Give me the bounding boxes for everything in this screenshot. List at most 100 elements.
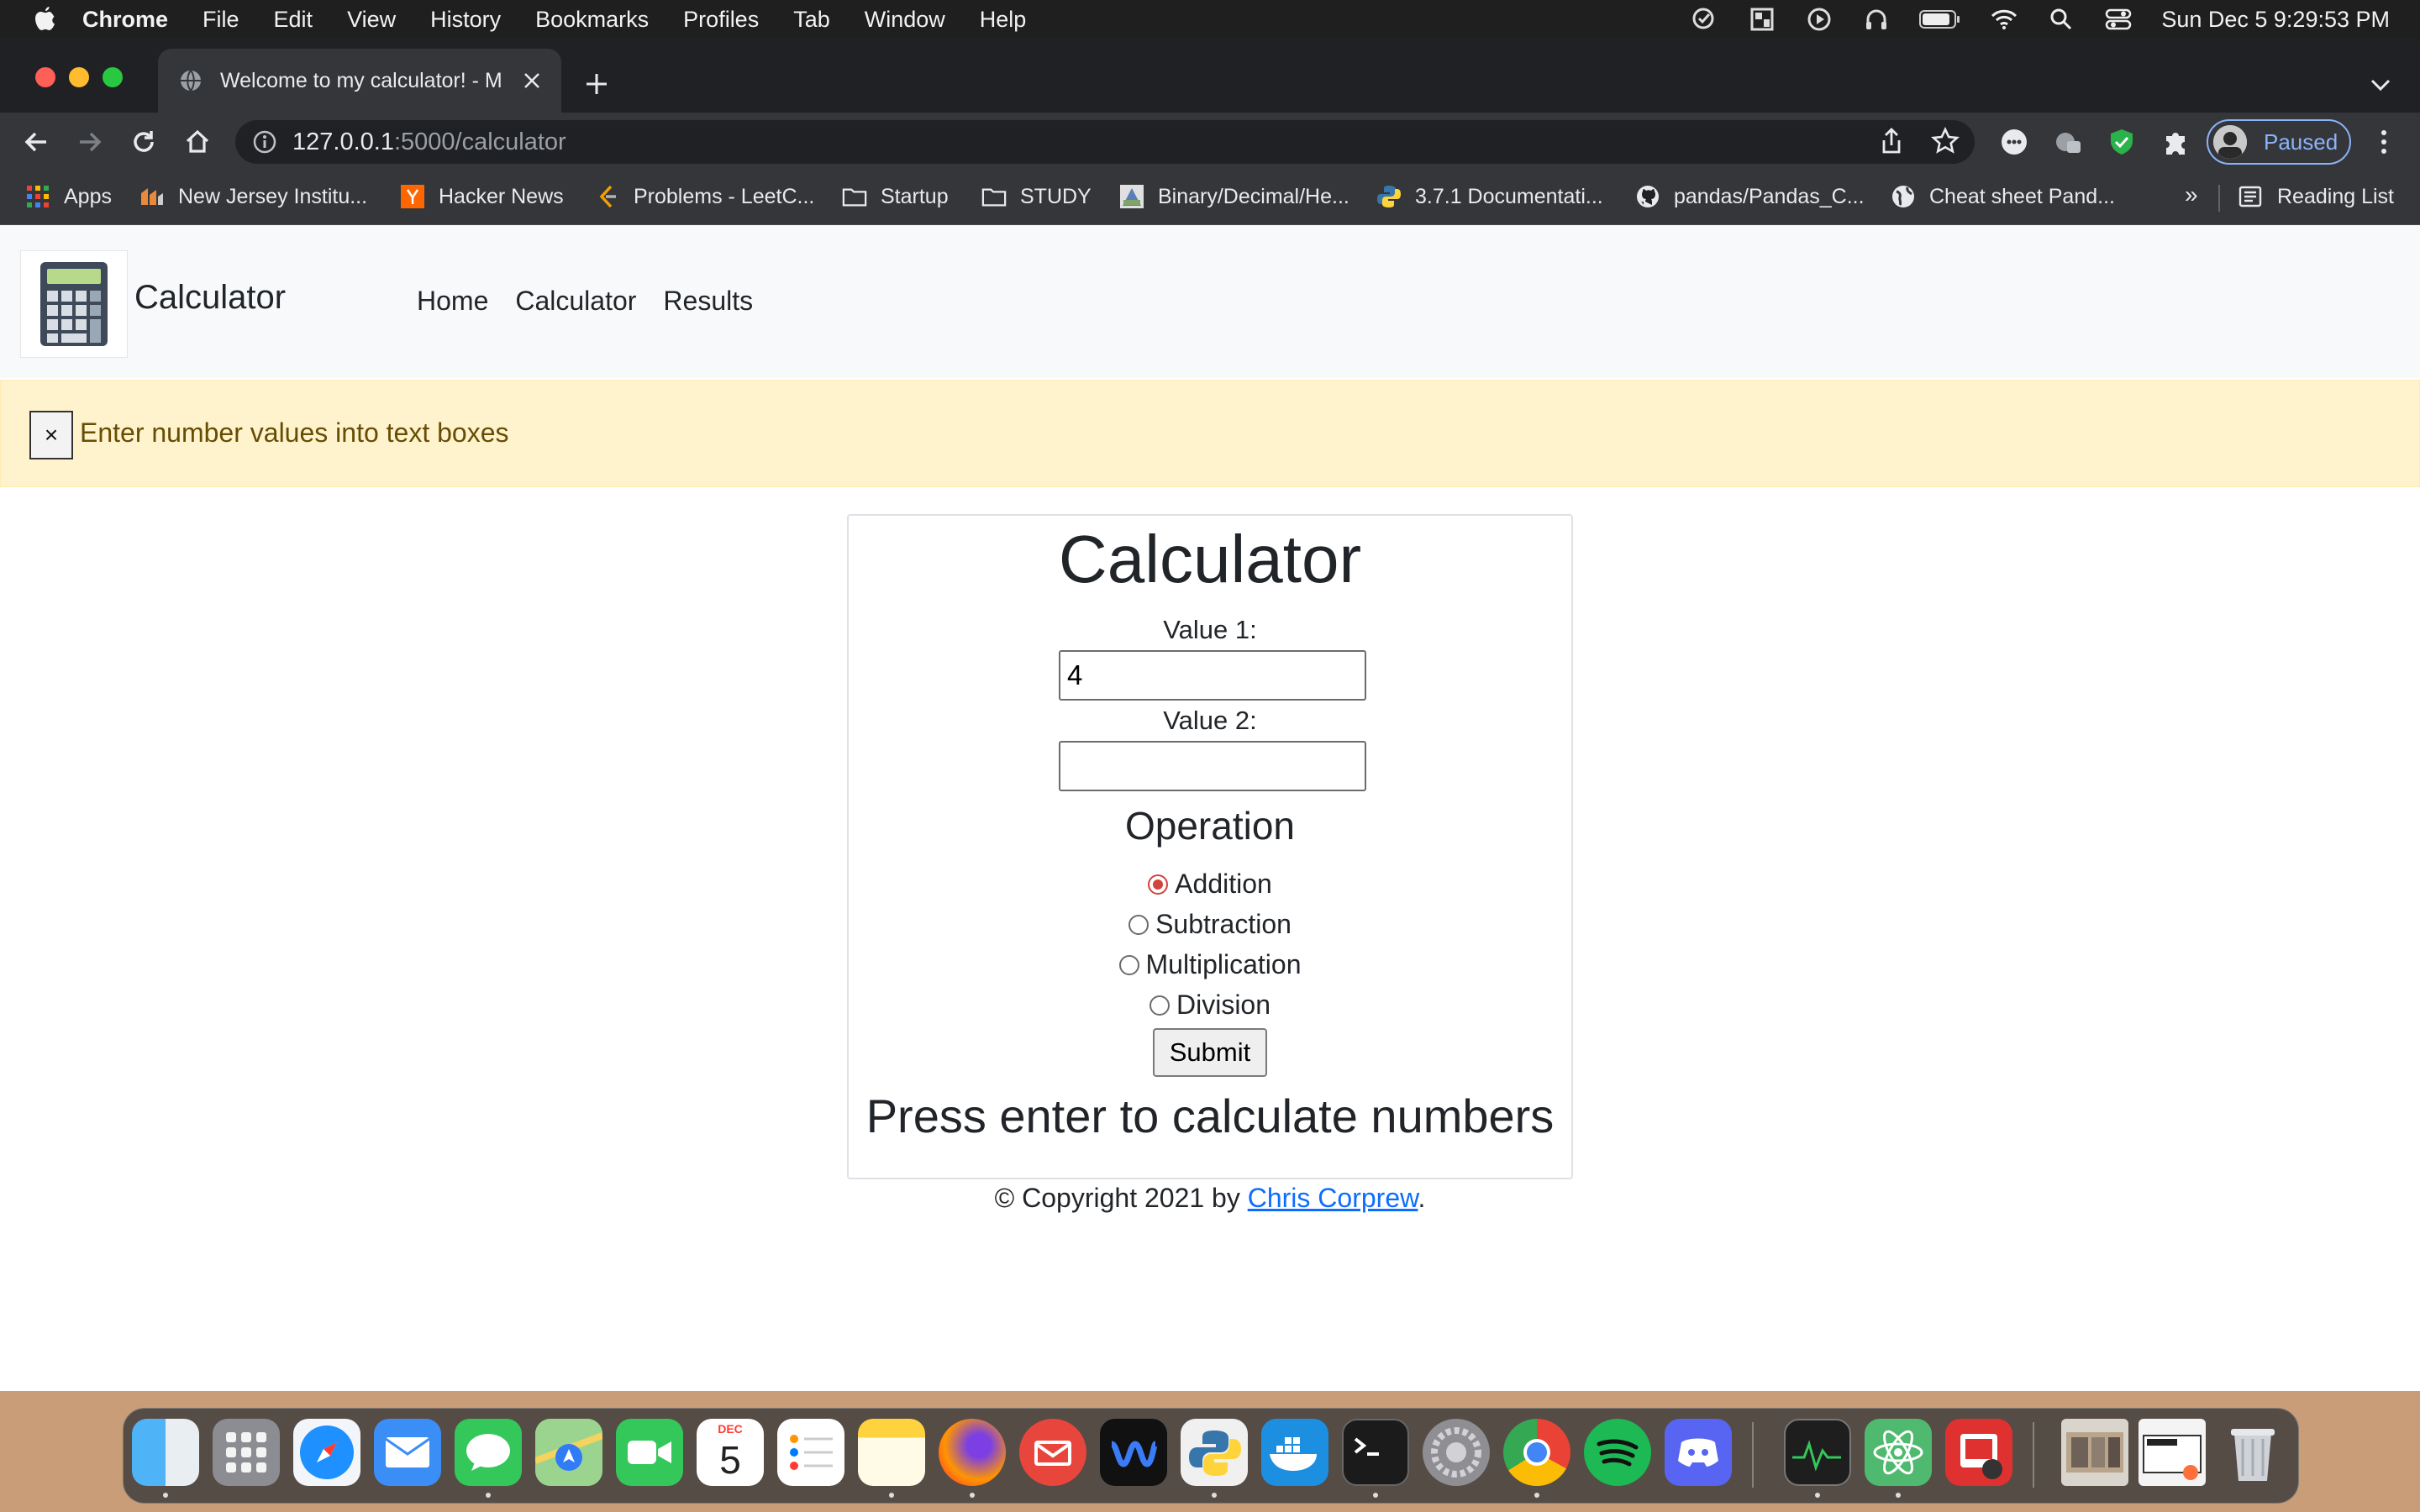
operation-option-division[interactable]: Division [849,990,1571,1021]
menu-tab[interactable]: Tab [793,7,830,33]
documents-stack-icon[interactable] [2139,1419,2206,1486]
tab-close-icon[interactable] [519,68,544,93]
submit-button[interactable]: Submit [1153,1028,1267,1077]
discord-icon[interactable] [1665,1419,1732,1486]
spotify-icon[interactable] [1584,1419,1651,1486]
address-bar[interactable]: 127.0.0.1:5000/calculator [235,120,1975,164]
bookmark-leetcode[interactable]: Problems - LeetC... [595,171,814,222]
menu-view[interactable]: View [347,7,396,33]
notes-icon[interactable] [858,1419,925,1486]
bookmarks-overflow-chevron[interactable]: » [2185,181,2198,208]
finder-icon[interactable] [132,1419,199,1486]
new-tab-plus-icon[interactable] [581,69,612,99]
radio-addition[interactable] [1148,874,1169,895]
bookmark-njit[interactable]: New Jersey Institu... [139,171,367,222]
maps-icon[interactable] [534,1419,604,1486]
control-center-icon[interactable] [2104,7,2133,32]
menu-history[interactable]: History [430,7,501,33]
value1-input[interactable] [1059,650,1366,701]
photo-booth-icon[interactable] [1945,1419,2012,1486]
menu-bookmarks[interactable]: Bookmarks [535,7,649,33]
bookmark-python-docs[interactable]: 3.7.1 Documentati... [1376,171,1603,222]
menu-edit[interactable]: Edit [274,7,313,33]
bookmark-label: Problems - LeetC... [634,184,815,208]
profile-button[interactable]: Paused [2207,119,2351,165]
bookmark-folder-startup[interactable]: Startup [842,171,949,222]
forward-arrow-icon[interactable] [74,126,106,158]
bookmark-apps[interactable]: Apps [25,171,112,222]
menu-window[interactable]: Window [865,7,945,33]
tab-search-chevron-icon[interactable] [2366,71,2395,99]
chrome-menu-kebab-icon[interactable] [2368,126,2400,158]
spotlight-search-icon[interactable] [2047,7,2075,32]
extensions-puzzle-icon[interactable] [2160,126,2191,158]
operation-option-multiplication[interactable]: Multiplication [849,949,1571,980]
alert-close-button[interactable]: × [29,411,73,459]
radio-multiplication[interactable] [1118,954,1139,975]
docker-icon[interactable] [1261,1419,1328,1486]
shield-check-icon[interactable] [2106,126,2138,158]
browser-tab-active[interactable]: Welcome to my calculator! - M [158,49,561,113]
facetime-icon[interactable] [616,1419,683,1486]
github-logo-icon [1635,184,1660,209]
trash-icon[interactable] [2219,1419,2286,1486]
share-icon[interactable] [1877,127,1906,162]
atom-icon[interactable] [1865,1419,1932,1486]
webex-icon[interactable] [1100,1419,1167,1486]
radio-subtraction[interactable] [1128,914,1150,935]
back-arrow-icon[interactable] [20,126,52,158]
menu-help[interactable]: Help [980,7,1027,33]
window-zoom-button[interactable] [103,67,123,87]
bookmark-star-icon[interactable] [1930,126,1960,162]
bookmark-hacker-news[interactable]: Hacker News [400,171,564,222]
bookmark-cheat-sheet[interactable]: Cheat sheet Pand... [1891,171,2115,222]
system-preferences-icon[interactable] [1423,1419,1490,1486]
checkmark-status-icon[interactable] [1691,7,1719,32]
radio-division[interactable] [1149,995,1170,1016]
value2-input[interactable] [1059,741,1366,791]
battery-icon[interactable] [1919,7,1961,32]
menu-file[interactable]: File [203,7,239,33]
reminders-icon[interactable] [777,1419,844,1486]
python-launcher-icon[interactable] [1181,1419,1248,1486]
menu-bar-clock[interactable]: Sun Dec 5 9:29:53 PM [2161,7,2390,33]
window-close-button[interactable] [35,67,55,87]
bookmark-pandas-github[interactable]: pandas/Pandas_C... [1635,171,1865,222]
operation-option-addition[interactable]: Addition [849,869,1571,900]
downloads-stack-icon[interactable] [2061,1419,2128,1486]
window-manager-icon[interactable] [1748,7,1776,32]
home-icon[interactable] [182,126,213,158]
reading-list-button[interactable]: Reading List [2238,171,2394,222]
messages-icon[interactable] [455,1419,522,1486]
reload-icon[interactable] [128,126,160,158]
calendar-icon[interactable]: DEC 5 [697,1419,764,1486]
firefox-icon[interactable] [939,1419,1006,1486]
operation-option-subtraction[interactable]: Subtraction [849,909,1571,940]
wifi-icon[interactable] [1990,7,2018,32]
mail-icon[interactable] [374,1419,441,1486]
chrome-icon[interactable] [1503,1419,1570,1486]
extension-translate-icon[interactable] [2052,126,2084,158]
launchpad-icon[interactable] [213,1419,280,1486]
terminal-icon[interactable] [1342,1419,1409,1486]
footer-author-link[interactable]: Chris Corprew [1248,1183,1418,1213]
airmail-icon[interactable] [1019,1419,1086,1486]
site-info-icon[interactable] [252,129,277,155]
bookmark-folder-study[interactable]: STUDY [981,171,1092,222]
safari-icon[interactable] [293,1419,360,1486]
window-minimize-button[interactable] [69,67,89,87]
calculator-logo-icon[interactable] [20,250,128,358]
nav-link-results[interactable]: Results [663,286,753,317]
bookmark-binary-decimal[interactable]: Binary/Decimal/He... [1119,171,1349,222]
activity-monitor-icon[interactable] [1784,1419,1851,1486]
menu-profiles[interactable]: Profiles [683,7,759,33]
play-icon[interactable] [1805,7,1833,32]
extension-dots-icon[interactable] [1998,126,2030,158]
macos-menu-bar: Chrome File Edit View History Bookmarks … [0,0,2420,39]
menu-app-name[interactable]: Chrome [82,7,168,33]
apple-logo-icon[interactable] [32,5,57,34]
nav-link-home[interactable]: Home [417,286,488,317]
nav-link-calculator[interactable]: Calculator [515,286,636,317]
headphones-icon[interactable] [1862,7,1891,32]
navbar-brand[interactable]: Calculator [134,279,286,317]
